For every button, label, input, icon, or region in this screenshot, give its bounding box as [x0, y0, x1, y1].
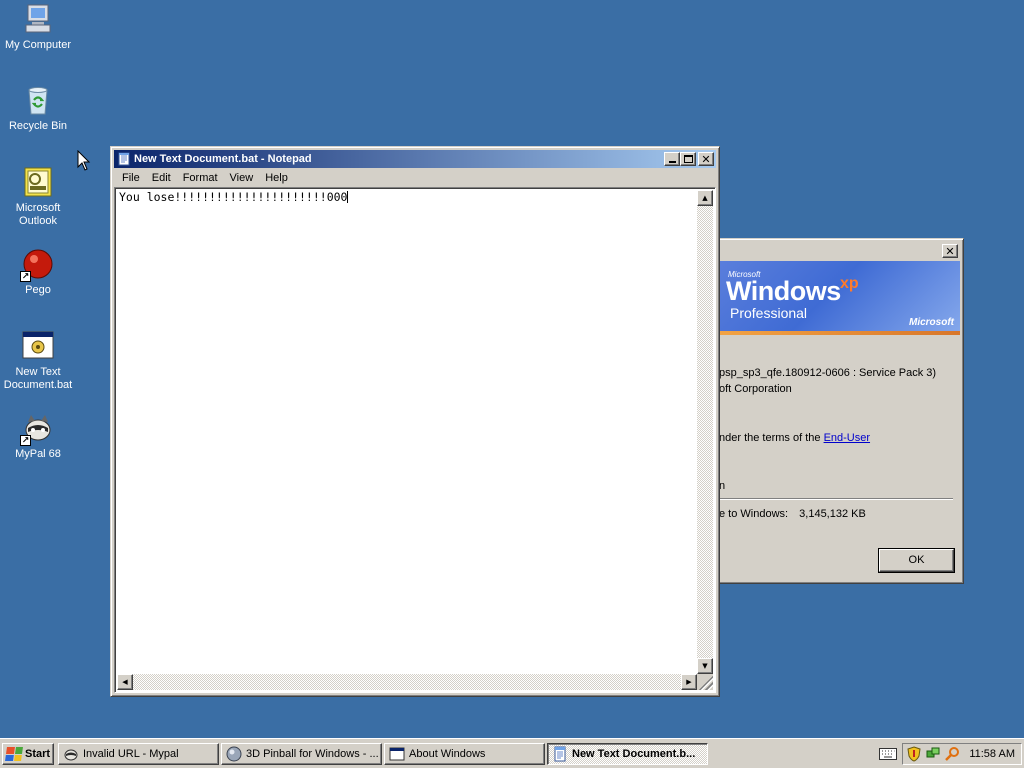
- memory-label: e to Windows:: [719, 508, 789, 520]
- menu-view[interactable]: View: [224, 172, 260, 184]
- vertical-scrollbar[interactable]: ▲ ▼: [697, 190, 713, 674]
- outlook-icon: [22, 166, 54, 198]
- maximize-button[interactable]: [680, 152, 696, 166]
- copyright-text: oft Corporation: [719, 383, 792, 395]
- horizontal-scrollbar[interactable]: ◀ ▶: [117, 674, 697, 690]
- menu-edit[interactable]: Edit: [146, 172, 177, 184]
- close-button[interactable]: ✕: [698, 152, 714, 166]
- pego-icon: ↗: [20, 248, 54, 282]
- desktop-icon-new-text-document-bat[interactable]: New Text Document.bat: [0, 330, 76, 392]
- microsoft-logo-text: Microsoft: [909, 317, 954, 328]
- system-tray: 11:58 AM: [902, 743, 1022, 765]
- taskbar-button-notepad[interactable]: New Text Document.b...: [547, 743, 708, 765]
- desktop-icon-pego[interactable]: ↗ Pego: [0, 248, 76, 297]
- menu-bar: File Edit Format View Help: [114, 168, 716, 187]
- taskbar-button-about-windows[interactable]: About Windows: [384, 743, 545, 765]
- minimize-button[interactable]: [664, 152, 680, 166]
- taskbar-button-label: Invalid URL - Mypal: [83, 748, 179, 760]
- desktop-icon-label: Microsoft Outlook: [15, 202, 61, 227]
- mypal-icon: ↗: [20, 412, 54, 446]
- memory-value: 3,145,132 KB: [799, 508, 866, 520]
- start-label: Start: [25, 748, 51, 760]
- ok-button[interactable]: OK: [878, 548, 955, 573]
- notepad-window: New Text Document.bat - Notepad ✕ File E…: [110, 146, 720, 697]
- scroll-up-button[interactable]: ▲: [697, 190, 713, 206]
- size-grip[interactable]: [697, 674, 713, 690]
- banner-stripe: [720, 331, 960, 335]
- about-titlebar[interactable]: ✕: [720, 242, 960, 260]
- batch-file-icon: [22, 330, 54, 362]
- shortcut-arrow-icon: ↗: [20, 435, 31, 446]
- notepad-icon: [554, 746, 566, 762]
- taskbar-button-mypal[interactable]: Invalid URL - Mypal: [58, 743, 219, 765]
- maximize-icon: [683, 155, 693, 163]
- menu-file[interactable]: File: [116, 172, 146, 184]
- taskbar-button-pinball[interactable]: 3D Pinball for Windows - ...: [221, 743, 382, 765]
- about-windows-dialog: ✕ Microsoft Windows xp Professional Micr…: [716, 238, 964, 584]
- desktop-icon-label: MyPal 68: [15, 448, 61, 460]
- taskbar-button-label: About Windows: [409, 748, 486, 760]
- recycle-bin-icon: [22, 84, 54, 116]
- desktop-icon-microsoft-outlook[interactable]: Microsoft Outlook: [0, 166, 76, 228]
- desktop-icon-label: Recycle Bin: [8, 120, 68, 132]
- desktop-icon-label: New Text Document.bat: [3, 366, 73, 391]
- license-text: nder the terms of the End-User: [719, 432, 870, 444]
- start-button[interactable]: Start: [2, 743, 54, 765]
- pinball-icon: [226, 746, 242, 762]
- window-title: New Text Document.bat - Notepad: [134, 153, 312, 165]
- search-icon[interactable]: [944, 746, 960, 762]
- shortcut-arrow-icon: ↗: [20, 271, 31, 282]
- taskbar-button-label: New Text Document.b...: [572, 748, 696, 760]
- menu-help[interactable]: Help: [259, 172, 294, 184]
- scroll-down-button[interactable]: ▼: [697, 658, 713, 674]
- eula-link[interactable]: End-User: [824, 432, 870, 444]
- mouse-cursor-icon: [77, 150, 91, 171]
- desktop-icon-mypal-68[interactable]: ↗ MyPal 68: [0, 412, 76, 461]
- notepad-titlebar[interactable]: New Text Document.bat - Notepad ✕: [114, 150, 716, 168]
- network-icon[interactable]: [925, 746, 941, 762]
- window-icon: [389, 747, 405, 761]
- desktop-icon-recycle-bin[interactable]: Recycle Bin: [0, 84, 76, 133]
- license-prefix: nder the terms of the: [719, 432, 824, 444]
- my-computer-icon: [22, 3, 54, 35]
- taskbar: Start Invalid URL - Mypal 3D Pinball for…: [0, 738, 1024, 768]
- clock[interactable]: 11:58 AM: [969, 748, 1015, 760]
- separator: [717, 498, 953, 500]
- memory-text: e to Windows: 3,145,132 KB: [719, 508, 866, 520]
- editor-content[interactable]: You lose!!!!!!!!!!!!!!!!!!!!!!000: [119, 190, 349, 204]
- minimize-icon: [668, 161, 676, 163]
- desktop-icon-label: Pego: [25, 284, 51, 296]
- text-caret: [347, 191, 349, 203]
- document-text: You lose!!!!!!!!!!!!!!!!!!!!!!000: [119, 190, 348, 204]
- desktop-icon-my-computer[interactable]: My Computer: [0, 3, 76, 52]
- close-button[interactable]: ✕: [942, 244, 958, 258]
- version-text: psp_sp3_qfe.180912-0606 : Service Pack 3…: [719, 367, 937, 379]
- text-editor[interactable]: You lose!!!!!!!!!!!!!!!!!!!!!!000 ▲ ▼ ◀ …: [114, 187, 716, 693]
- scroll-right-button[interactable]: ▶: [681, 674, 697, 690]
- desktop-icon-label: My Computer: [4, 39, 72, 51]
- edition-text: Professional: [730, 305, 808, 321]
- windows-flag-icon: [5, 747, 23, 761]
- security-shield-icon[interactable]: [906, 746, 922, 762]
- windows-logo-text: Windows: [726, 276, 841, 306]
- taskbar-button-label: 3D Pinball for Windows - ...: [246, 748, 379, 760]
- mypal-icon: [64, 749, 78, 761]
- scroll-left-button[interactable]: ◀: [117, 674, 133, 690]
- keyboard-icon[interactable]: [879, 748, 897, 760]
- xp-logo-text: xp: [840, 275, 859, 292]
- notepad-icon: [118, 152, 130, 166]
- windows-xp-banner: Microsoft Windows xp Professional Micros…: [720, 261, 960, 335]
- menu-format[interactable]: Format: [177, 172, 224, 184]
